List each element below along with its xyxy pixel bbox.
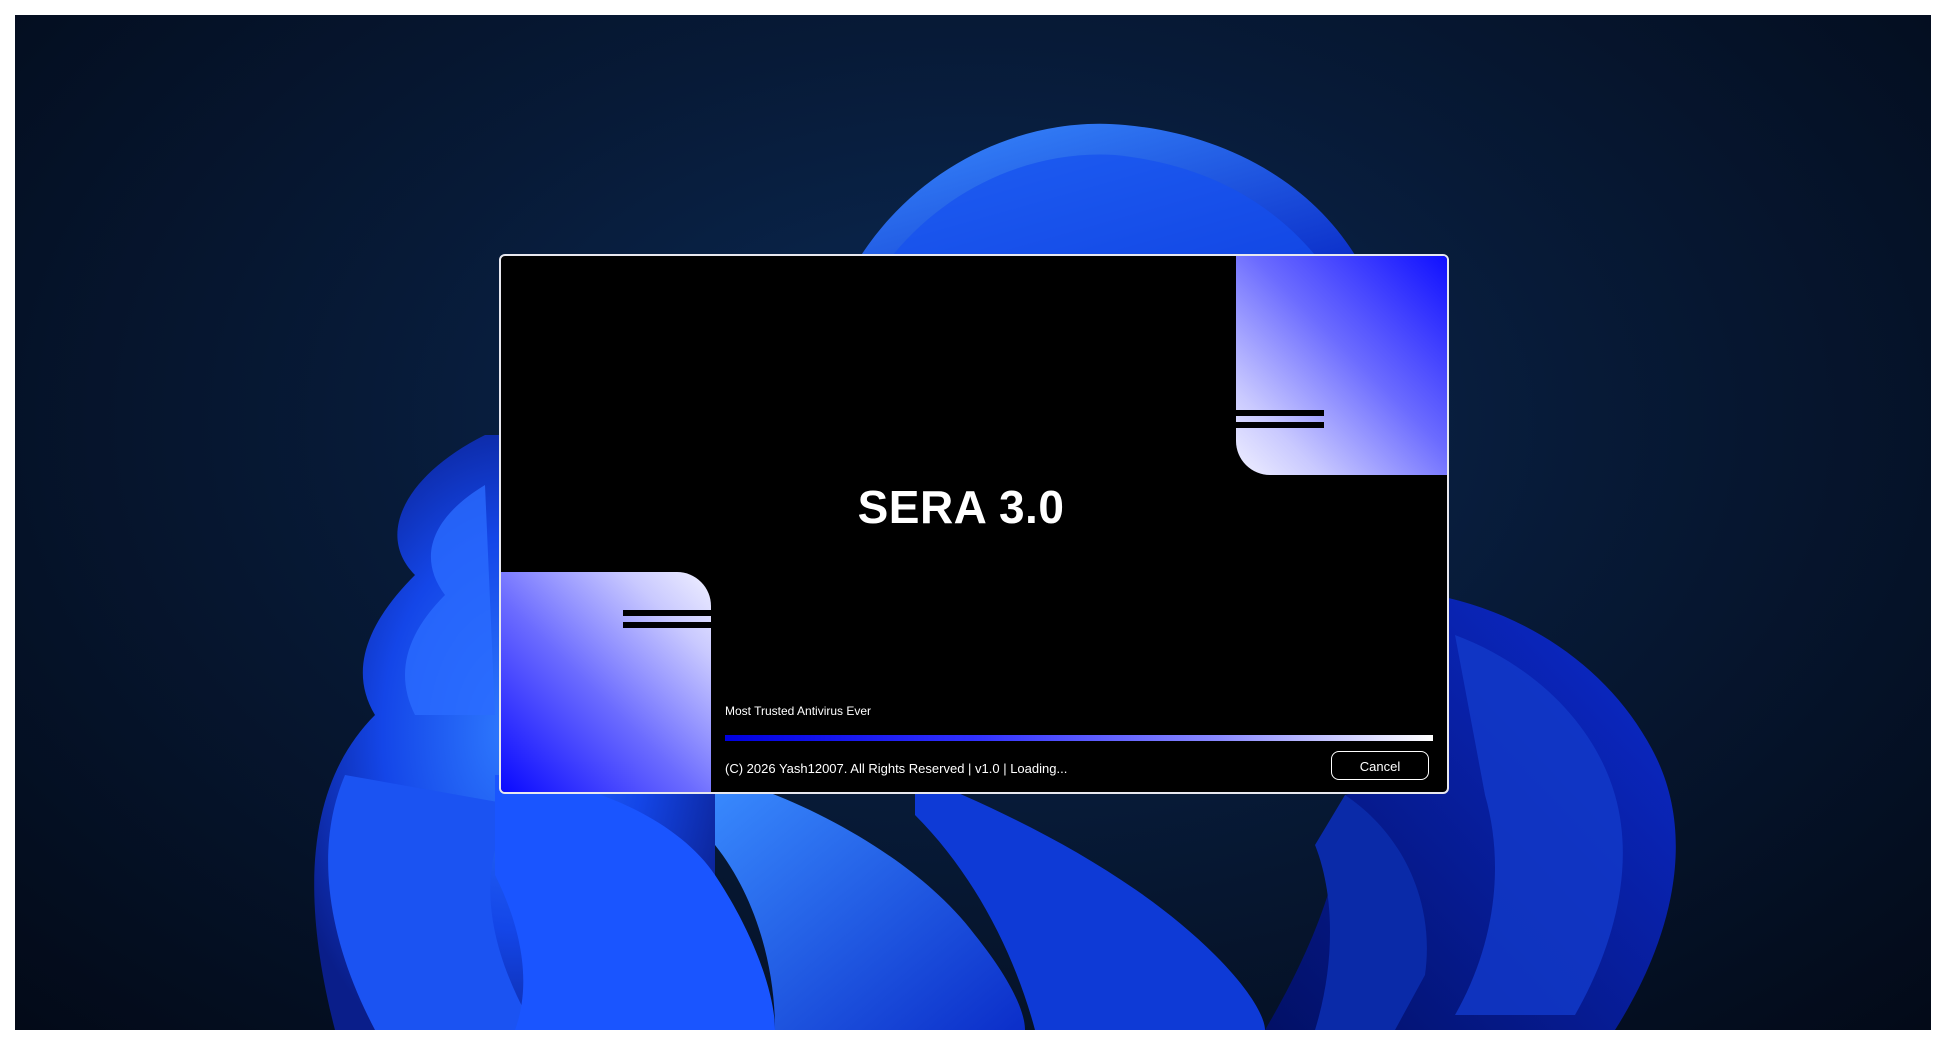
- splash-window: SERA 3.0 Most Trusted Antivirus Ever (C)…: [499, 254, 1449, 794]
- decorative-corner-top-right: [1236, 256, 1447, 475]
- desktop: SERA 3.0 Most Trusted Antivirus Ever (C)…: [15, 15, 1931, 1030]
- decorative-corner-bottom-left: [501, 572, 711, 792]
- stripes-icon: [623, 610, 711, 632]
- tagline: Most Trusted Antivirus Ever: [725, 704, 872, 718]
- footer-status-text: (C) 2026 Yash12007. All Rights Reserved …: [725, 761, 1068, 776]
- cancel-button[interactable]: Cancel: [1331, 751, 1429, 780]
- stripes-icon: [1236, 410, 1324, 432]
- loading-progress-fill: [725, 735, 1433, 741]
- loading-progress-bar: [725, 735, 1433, 741]
- app-title: SERA 3.0: [857, 481, 1065, 533]
